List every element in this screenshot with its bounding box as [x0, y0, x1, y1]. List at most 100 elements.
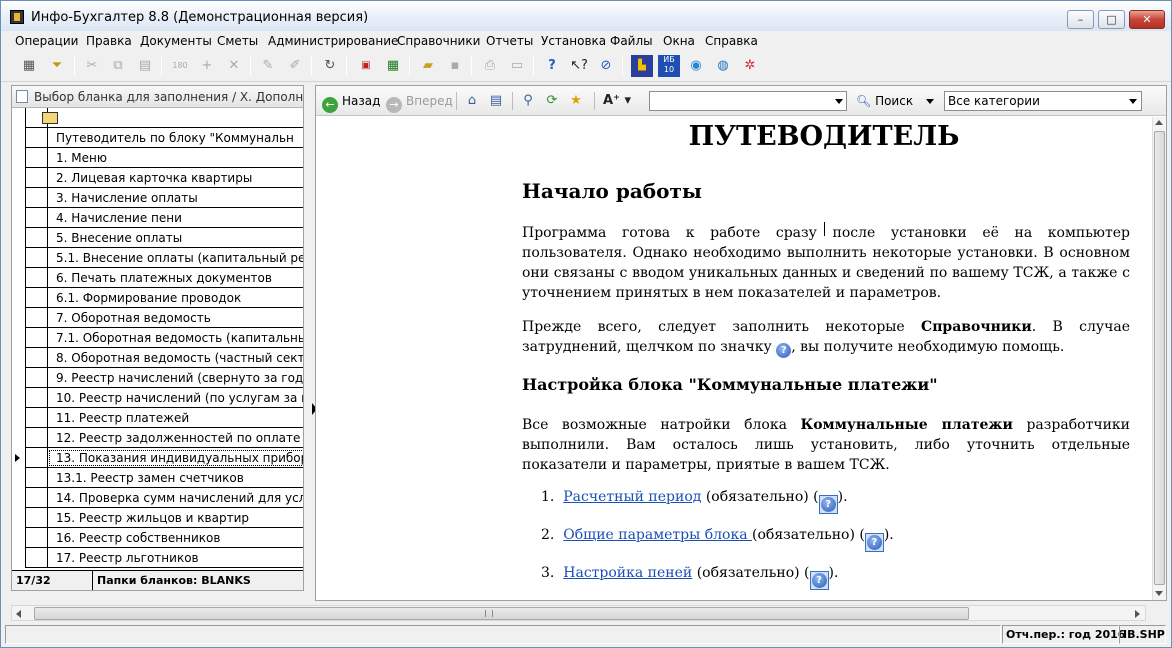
list-item[interactable]: 10. Реестр начислений (по услугам за м — [12, 388, 303, 408]
list-item[interactable]: 14. Проверка сумм начислений для усл — [12, 488, 303, 508]
list-item[interactable]: 2. Лицевая карточка квартиры — [12, 168, 303, 188]
list-item[interactable]: 5.1. Внесение оплаты (капитальный рем — [12, 248, 303, 268]
favorites-icon[interactable]: ★ — [568, 93, 584, 109]
scroll-left-icon[interactable] — [16, 610, 21, 618]
sync-icon[interactable]: ⟳ — [544, 93, 560, 109]
folder-up-icon[interactable] — [42, 112, 58, 124]
teamviewer-icon[interactable]: ◉ — [685, 55, 707, 77]
home-icon[interactable]: ⌂ — [464, 93, 480, 109]
menu-operations[interactable]: Операции — [15, 34, 78, 48]
menu-estimates[interactable]: Сметы — [217, 34, 258, 48]
print-icon[interactable]: ⎙ — [479, 55, 501, 77]
help-button[interactable]: ? — [809, 571, 829, 590]
filter-icon[interactable]: ⏷ — [46, 55, 68, 77]
help-viewer: ← Назад → Вперед ⌂ ▤ ⚲ ⟳ ★ A⁺ ▾ 🔍︎ Поиск — [315, 85, 1167, 601]
grid-icon[interactable]: ▦ — [18, 55, 40, 77]
panel-splitter[interactable] — [304, 85, 317, 601]
link-general-parameters[interactable]: Общие параметры блока — [563, 527, 752, 543]
help-search-input[interactable] — [649, 91, 847, 111]
search-button[interactable]: 🔍︎ Поиск — [856, 91, 913, 111]
save-icon[interactable]: ▪ — [444, 55, 466, 77]
delete-icon[interactable]: ✕ — [223, 55, 245, 77]
list-item[interactable]: 9. Реестр начислений (свернуто за год) — [12, 368, 303, 388]
list-item[interactable]: 3. Начисление оплаты — [12, 188, 303, 208]
list-item: 2. Общие параметры блока (обязательно) (… — [541, 525, 894, 552]
list-item[interactable]: 13.1. Реестр замен счетчиков — [12, 468, 303, 488]
row-marker-cell — [12, 308, 26, 328]
list-item[interactable]: 6.1. Формирование проводок — [12, 288, 303, 308]
menu-settings[interactable]: Установка — [541, 34, 606, 48]
help-button[interactable]: ? — [864, 533, 884, 552]
list-item[interactable]: 5. Внесение оплаты — [12, 228, 303, 248]
font-size-icon[interactable]: A⁺ ▾ — [602, 93, 632, 109]
cut-icon[interactable]: ✂ — [81, 55, 103, 77]
add-icon[interactable]: + — [196, 55, 218, 77]
help-vertical-scrollbar[interactable] — [1152, 117, 1166, 600]
list-item-label: 17. Реестр льготников — [56, 551, 199, 565]
compass-icon[interactable]: ⊘ — [595, 55, 617, 77]
calendar-icon[interactable]: ▣ — [355, 55, 377, 77]
scroll-thumb[interactable] — [1154, 131, 1165, 585]
row-icon-cell — [26, 408, 48, 428]
menu-documents[interactable]: Документы — [140, 34, 212, 48]
unmark-icon[interactable]: ✐ — [284, 55, 306, 77]
list-item[interactable]: 11. Реестр платежей — [12, 408, 303, 428]
list-item[interactable]: 7. Оборотная ведомость — [12, 308, 303, 328]
help-icon[interactable]: ? — [541, 55, 563, 77]
menu-reports[interactable]: Отчеты — [486, 34, 533, 48]
globe-icon[interactable]: ◍ — [712, 55, 734, 77]
app-logo-icon[interactable]: ▙ — [631, 55, 653, 77]
list-item[interactable]: 13. Показания индивидуальных приборо — [12, 448, 303, 468]
refresh-icon[interactable]: ↻ — [319, 55, 341, 77]
forward-button[interactable]: → Вперед — [386, 91, 453, 113]
list-item[interactable]: 1. Меню — [12, 148, 303, 168]
list-item[interactable]: Путеводитель по блоку "Коммунальн — [12, 128, 303, 148]
horizontal-scrollbar[interactable] — [11, 605, 1146, 621]
calculator-icon[interactable]: ▦ — [382, 55, 404, 77]
link-settlement-period[interactable]: Расчетный период — [563, 489, 701, 505]
help-question-icon[interactable]: ? — [776, 343, 792, 358]
title-bar[interactable]: Инфо-Бухгалтер 8.8 (Демонстрационная вер… — [1, 1, 1171, 31]
copy-icon[interactable]: ⧉ — [107, 55, 129, 77]
menu-edit[interactable]: Правка — [86, 34, 132, 48]
folder-up-row[interactable] — [12, 108, 303, 128]
context-help-icon[interactable]: ↖? — [568, 55, 590, 77]
menu-files[interactable]: Файлы — [610, 34, 653, 48]
menu-help[interactable]: Справка — [705, 34, 758, 48]
scroll-right-icon[interactable] — [1135, 610, 1140, 618]
minimize-button[interactable]: – — [1067, 10, 1094, 29]
back-button[interactable]: ← Назад — [322, 91, 380, 113]
search-dropdown-icon[interactable] — [835, 99, 843, 104]
ib10-icon[interactable]: ИБ 10 — [658, 55, 680, 77]
scroll-up-icon[interactable] — [1155, 120, 1163, 125]
menu-directories[interactable]: Справочники — [397, 34, 480, 48]
list-item[interactable]: 12. Реестр задолженностей по оплате — [12, 428, 303, 448]
list-item[interactable]: 15. Реестр жильцов и квартир — [12, 508, 303, 528]
maximize-button[interactable]: □ — [1098, 10, 1125, 29]
preview-icon[interactable]: ▭ — [506, 55, 528, 77]
list-item[interactable]: 6. Печать платежных документов — [12, 268, 303, 288]
paste-icon[interactable]: ▤ — [134, 55, 156, 77]
category-dropdown-icon[interactable] — [1129, 99, 1137, 104]
scroll-down-icon[interactable] — [1155, 591, 1163, 596]
network-icon[interactable]: ✲ — [739, 55, 761, 77]
scroll-thumb[interactable] — [34, 607, 969, 620]
list-item[interactable]: 8. Оборотная ведомость (частный секто — [12, 348, 303, 368]
help-button[interactable]: ? — [818, 495, 838, 514]
list-item[interactable]: 4. Начисление пени — [12, 208, 303, 228]
mark-icon[interactable]: ✎ — [257, 55, 279, 77]
list-item[interactable]: 7.1. Оборотная ведомость (капитальны — [12, 328, 303, 348]
open-folder-icon[interactable]: ▰ — [417, 55, 439, 77]
topic-icon[interactable]: ▤ — [488, 93, 504, 109]
list-item[interactable]: 16. Реестр собственников — [12, 528, 303, 548]
search-options-dropdown-icon[interactable] — [926, 99, 934, 104]
find-icon[interactable]: ⚲ — [520, 93, 536, 109]
numbering-icon[interactable]: 180 — [169, 55, 191, 77]
category-select[interactable]: Все категории — [944, 91, 1142, 111]
menu-windows[interactable]: Окна — [663, 34, 695, 48]
list-item[interactable]: 17. Реестр льготников — [12, 548, 303, 568]
menu-administration[interactable]: Администрирование — [268, 34, 398, 48]
close-button[interactable]: ✕ — [1129, 10, 1165, 29]
link-penalty-settings[interactable]: Настройка пеней — [563, 565, 692, 581]
toolbar-separator — [409, 56, 410, 76]
